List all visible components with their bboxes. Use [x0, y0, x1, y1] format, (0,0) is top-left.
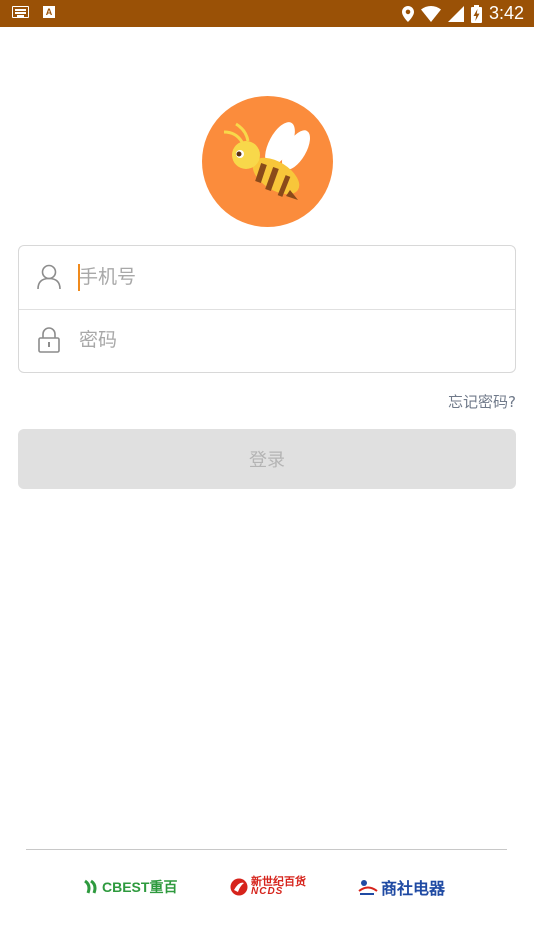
phone-field-row [19, 246, 515, 310]
user-icon [37, 264, 61, 290]
bee-icon [223, 122, 310, 200]
brand-cbest-label: CBEST重百 [102, 879, 178, 895]
text-a-icon: A [43, 6, 55, 18]
wifi-icon [420, 5, 441, 22]
phone-input[interactable] [79, 258, 499, 296]
cbest-logo-icon [84, 879, 97, 894]
partner-brands: CBEST重百 新世纪百货 NCDS 商社电器 [0, 873, 534, 901]
status-time: 3:42 [488, 3, 524, 23]
footer-divider [26, 849, 507, 850]
brand-ncds-sub: NCDS [251, 886, 284, 897]
battery-charging-icon [470, 4, 482, 23]
keyboard-icon [12, 6, 29, 18]
login-form [18, 245, 516, 373]
bee-logo [202, 96, 333, 227]
ncds-logo-icon [230, 878, 248, 896]
lock-icon [38, 327, 60, 353]
status-bar: A 3:42 [0, 0, 534, 27]
brand-shangshe: 商社电器 [358, 873, 445, 901]
password-input[interactable] [79, 321, 499, 359]
location-icon [401, 5, 414, 22]
password-field-row [19, 309, 515, 372]
forgot-password-link[interactable]: 忘记密码? [448, 391, 516, 412]
brand-ncds: 新世纪百货 NCDS [230, 873, 306, 901]
signal-icon [447, 5, 464, 22]
shangshe-logo-icon [358, 880, 378, 895]
brand-cbest: CBEST重百 [83, 873, 177, 901]
login-button[interactable]: 登录 [18, 429, 516, 489]
brand-shangshe-label: 商社电器 [381, 881, 446, 898]
